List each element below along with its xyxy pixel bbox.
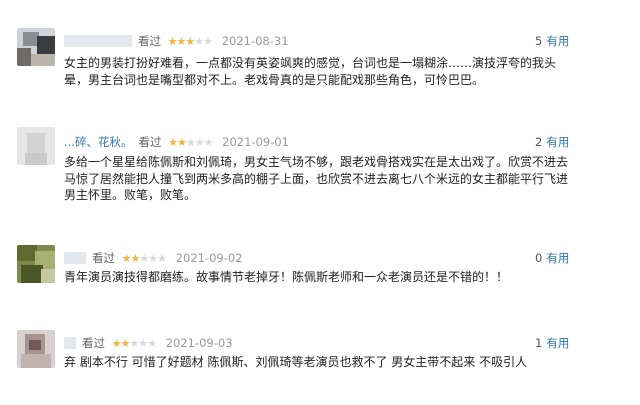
useful-button[interactable]: 有用 [546, 251, 569, 265]
star-empty-icon: ★ [138, 336, 148, 350]
star-filled-icon: ★ [121, 251, 132, 265]
username-blurred[interactable] [64, 35, 132, 47]
vote-count: 0 [535, 251, 543, 265]
review-date: 2021-08-31 [221, 34, 289, 48]
review-date: 2021-09-03 [165, 336, 233, 350]
avatar[interactable] [17, 245, 55, 283]
rating-stars: ★★★★★ [111, 336, 157, 350]
useful-button[interactable]: 有用 [546, 135, 569, 149]
username-blurred[interactable] [64, 337, 76, 349]
review-text: 弃 剧本不行 可惜了好题材 陈佩斯、刘佩琦等老演员也救不了 男女主带不起来 不吸… [64, 355, 528, 369]
review-date: 2021-09-02 [175, 251, 243, 265]
rating-stars: ★★★★★ [167, 34, 213, 48]
star-filled-icon: ★ [177, 135, 187, 149]
rating-stars: ★★★★★ [168, 135, 214, 149]
review-meta: 看过 ★★★★★ 2021-09-03 [64, 335, 233, 353]
review-date: 2021-09-01 [222, 135, 289, 149]
username-blurred[interactable] [64, 252, 86, 264]
star-empty-icon: ★ [139, 251, 149, 265]
review-meta: 看过 ★★★★★ 2021-09-02 [64, 250, 243, 268]
username[interactable]: ...碎、花秋。 [64, 135, 132, 149]
star-filled-icon: ★ [168, 135, 178, 149]
vote-area: 2 有用 [535, 134, 569, 150]
star-filled-icon: ★ [111, 336, 122, 350]
avatar[interactable] [17, 127, 55, 165]
rating-stars: ★★★★★ [121, 251, 167, 265]
star-empty-icon: ★ [129, 336, 139, 350]
vote-area: 1 有用 [535, 335, 569, 351]
star-empty-icon: ★ [203, 34, 213, 48]
review-meta: ...碎、花秋。 看过 ★★★★★ 2021-09-01 [64, 134, 289, 152]
avatar[interactable] [17, 330, 55, 368]
star-filled-icon: ★ [185, 34, 195, 48]
seen-label: 看过 [92, 251, 115, 265]
seen-label: 看过 [138, 34, 161, 48]
star-empty-icon: ★ [157, 251, 167, 265]
avatar[interactable] [17, 28, 55, 66]
star-empty-icon: ★ [185, 135, 196, 149]
star-empty-icon: ★ [203, 135, 214, 149]
review-text: 青年演员演技得都磨练。故事情节老掉牙！陈佩斯老师和一众老演员还是不错的！！ [64, 270, 509, 284]
review-meta: 看过 ★★★★★ 2021-08-31 [64, 33, 289, 51]
review-text: 多给一个星星给陈佩斯和刘佩琦，男女主气场不够，跟老戏骨搭戏实在是太出戏了。欣赏不… [64, 155, 569, 202]
vote-area: 0 有用 [535, 250, 569, 266]
seen-label: 看过 [82, 336, 105, 350]
star-empty-icon: ★ [148, 251, 158, 265]
vote-count: 1 [535, 336, 543, 350]
useful-button[interactable]: 有用 [546, 336, 569, 350]
star-empty-icon: ★ [147, 336, 157, 350]
star-empty-icon: ★ [194, 135, 205, 149]
useful-button[interactable]: 有用 [546, 34, 569, 48]
vote-count: 2 [535, 135, 543, 149]
star-filled-icon: ★ [167, 34, 178, 48]
seen-label: 看过 [138, 135, 162, 149]
vote-count: 5 [535, 34, 543, 48]
review-text: 女主的男装打扮好难看，一点都没有英姿飒爽的感觉，台词也是一塌糊涂……演技浮夸的我… [64, 56, 557, 87]
vote-area: 5 有用 [535, 33, 569, 49]
star-empty-icon: ★ [194, 34, 204, 48]
